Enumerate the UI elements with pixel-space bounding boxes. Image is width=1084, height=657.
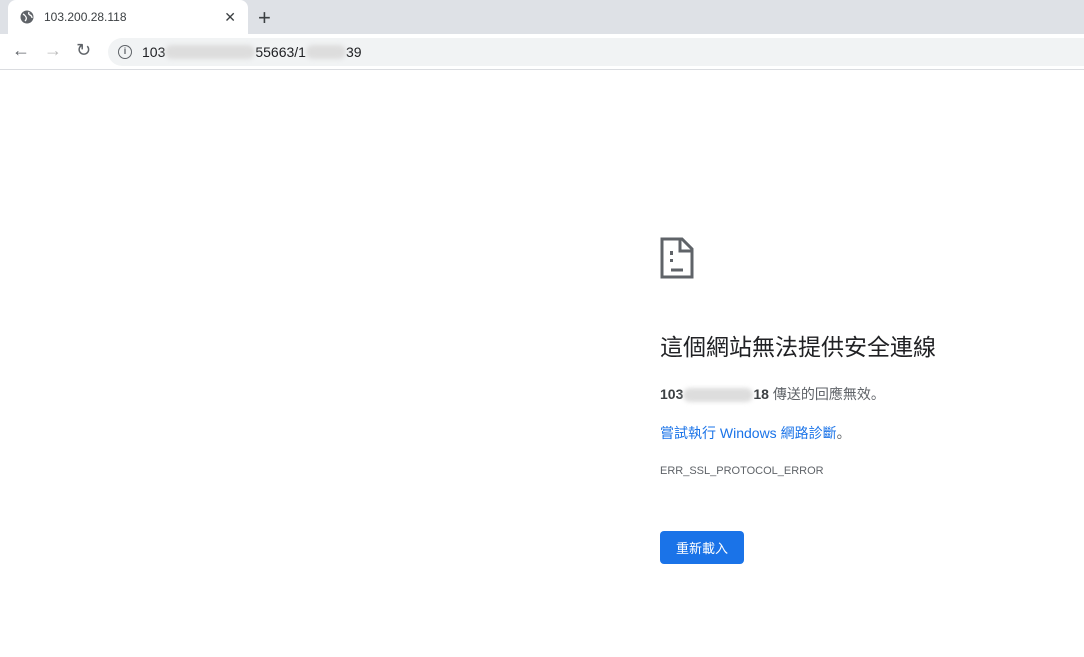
reload-icon[interactable]: ↻ [76, 40, 91, 61]
close-tab-icon[interactable]: ✕ [224, 9, 236, 26]
redacted [165, 45, 256, 59]
tab-title: 103.200.28.118 [44, 10, 127, 24]
error-title: 這個網站無法提供安全連線 [660, 334, 936, 360]
forward-icon[interactable]: → [44, 40, 62, 61]
diagnostics-link[interactable]: 嘗試執行 Windows 網路診斷 [660, 425, 837, 441]
tab-strip: 103.200.28.118 ✕ + [0, 0, 1084, 34]
back-icon[interactable]: ← [12, 40, 30, 61]
error-content: 這個網站無法提供安全連線 103 18 傳送的回應無效。 嘗試執行 Windows… [660, 237, 936, 564]
info-icon[interactable]: i [118, 45, 132, 59]
redacted [305, 45, 346, 59]
error-description: 103 18 傳送的回應無效。 [660, 386, 885, 403]
address-bar[interactable]: i 103 55663/1 39 [108, 38, 1084, 66]
diagnostics: 嘗試執行 Windows 網路診斷。 [660, 425, 851, 441]
tab-active[interactable]: 103.200.28.118 ✕ [8, 0, 248, 34]
globe-icon [20, 10, 34, 24]
url-part: 39 [345, 44, 362, 60]
toolbar: ← → ↻ i 103 55663/1 39 [0, 34, 1084, 70]
sad-page-icon [660, 237, 694, 279]
error-code: ERR_SSL_PROTOCOL_ERROR [660, 465, 824, 477]
new-tab-button[interactable]: + [258, 5, 271, 31]
url-part: 103 [142, 44, 166, 60]
reload-button[interactable]: 重新載入 [660, 531, 744, 564]
url-part: 55663/1 [255, 44, 306, 60]
